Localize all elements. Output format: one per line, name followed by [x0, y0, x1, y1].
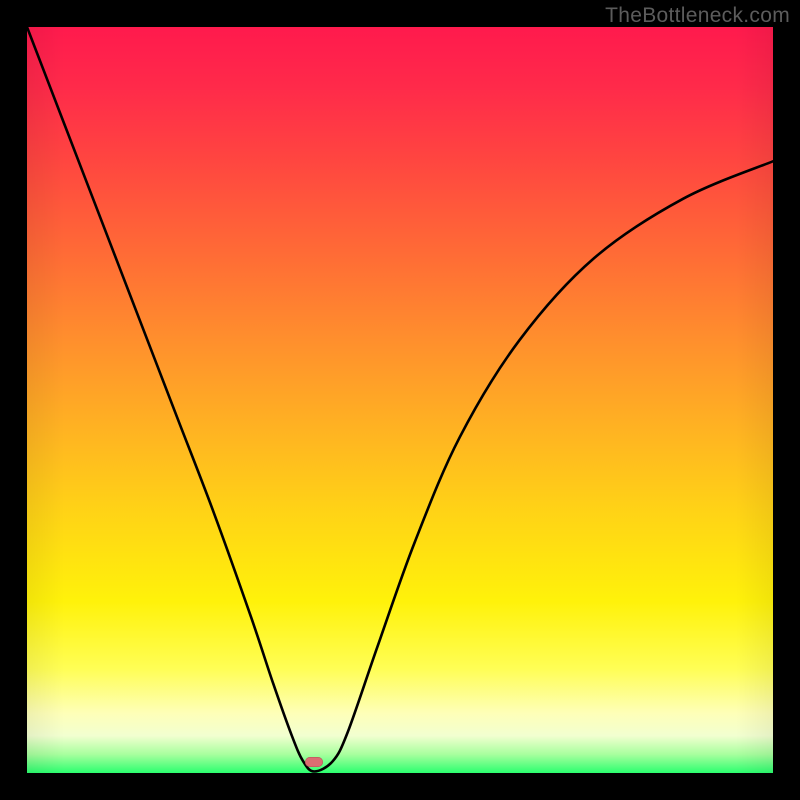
optimal-point-marker: [305, 757, 323, 767]
bottleneck-curve: [27, 27, 773, 773]
watermark-text: TheBottleneck.com: [605, 4, 790, 28]
plot-area: [27, 27, 773, 773]
curve-path: [27, 27, 773, 772]
outer-frame: TheBottleneck.com: [0, 0, 800, 800]
